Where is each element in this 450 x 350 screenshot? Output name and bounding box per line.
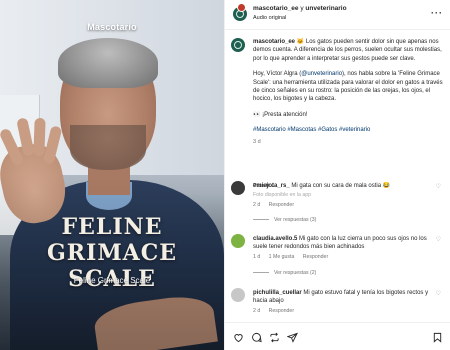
caption-mention-link[interactable]: @unveterinario — [301, 71, 342, 77]
caption-hashtags[interactable]: #Mascotario #Mascotas #Gatos #veterinari… — [253, 126, 445, 134]
caption-text: 👀 ¡Presta atención! — [253, 111, 308, 118]
caption-text: Hoy, Víctor Algra ( — [253, 71, 302, 78]
comment-text: emiejota_rs_ Mi gata con su cara de mala… — [253, 182, 429, 190]
comment-reply-button[interactable]: Responder — [269, 202, 294, 208]
comment-text: pichulilla_cuellar Mi gato estuvo fatal … — [253, 289, 429, 305]
repost-icon[interactable] — [269, 332, 280, 343]
comment-age[interactable]: 2 d — [253, 308, 260, 314]
commenter-avatar[interactable] — [231, 181, 245, 195]
heart-icon[interactable]: ♡ — [436, 183, 441, 190]
comment-meta: 2 d Responder — [253, 202, 301, 208]
comment-attachment-note: Foto disponible en la app — [253, 192, 311, 198]
comment-likes[interactable]: 1 Me gusta — [269, 254, 295, 260]
view-replies-label: Ver respuestas (2) — [274, 270, 317, 276]
author-connector: y — [300, 5, 304, 12]
collaborator-username-link[interactable]: unveterinario — [305, 5, 346, 12]
caption-body: mascotario_ee 🐱 Los gatos pueden sentir … — [253, 38, 445, 153]
share-icon[interactable] — [287, 332, 298, 343]
commenter-username-link[interactable]: pichulilla_cuellar — [253, 290, 302, 296]
view-replies-label: Ver respuestas (3) — [274, 217, 317, 223]
bookmark-icon[interactable] — [432, 332, 443, 343]
commenter-username-link[interactable]: emiejota_rs_ — [253, 183, 290, 189]
comments-scroll-area[interactable]: mascotario_ee 🐱 Los gatos pueden sentir … — [225, 31, 450, 321]
comment-text: claudia.avello.5 Mi gato con la luz cier… — [253, 235, 429, 251]
comment-body: Mi gata con su cara de mala ostia 😂 — [291, 183, 391, 189]
commenter-username-link[interactable]: claudia.avello.5 — [253, 236, 297, 242]
video-overlay-title: Mascotario — [87, 22, 137, 32]
caption-emoji: 🐱 — [296, 39, 305, 45]
post-header: mascotario_ee y unveterinario Audio orig… — [225, 0, 450, 30]
comment-age[interactable]: 1 d — [253, 254, 260, 260]
audio-link[interactable]: Audio original — [253, 15, 286, 21]
author-names: mascotario_ee y unveterinario — [253, 5, 347, 12]
comment-reply-button[interactable]: Responder — [269, 308, 294, 314]
caption-avatar[interactable] — [231, 38, 245, 52]
reel-video[interactable]: Mascotario FELINE GRIMACE SCALE Feline G… — [0, 0, 224, 350]
author-username-link[interactable]: mascotario_ee — [253, 5, 299, 12]
heart-icon[interactable]: ♡ — [436, 236, 441, 243]
video-overlay-subtitle: Feline Grimace Scale — [73, 276, 151, 285]
commenter-avatar[interactable] — [231, 288, 245, 302]
caption-timestamp[interactable]: 3 d — [253, 138, 445, 146]
commenter-avatar[interactable] — [231, 234, 245, 248]
more-horizontal-icon[interactable]: ··· — [431, 8, 443, 18]
comment-icon[interactable] — [251, 332, 262, 343]
comment-meta: 1 d 1 Me gusta Responder — [253, 254, 335, 260]
post-panel: mascotario_ee y unveterinario Audio orig… — [224, 0, 450, 350]
collaborator-avatar[interactable] — [237, 3, 246, 12]
video-shade — [0, 0, 224, 350]
replies-divider — [253, 272, 269, 274]
view-replies-button[interactable]: Ver respuestas (3) — [253, 217, 316, 223]
heart-icon[interactable]: ♡ — [436, 290, 441, 297]
heart-icon[interactable] — [233, 332, 244, 343]
comment-age[interactable]: 2 d — [253, 202, 260, 208]
view-replies-button[interactable]: Ver respuestas (2) — [253, 270, 316, 276]
comment-meta: 2 d Responder — [253, 308, 301, 314]
comment-reply-button[interactable]: Responder — [303, 254, 328, 260]
caption-username-link[interactable]: mascotario_ee — [253, 39, 295, 45]
post-actions-bar — [225, 322, 450, 350]
video-overlay-headline: FELINE — [61, 214, 163, 240]
replies-divider — [253, 219, 269, 221]
